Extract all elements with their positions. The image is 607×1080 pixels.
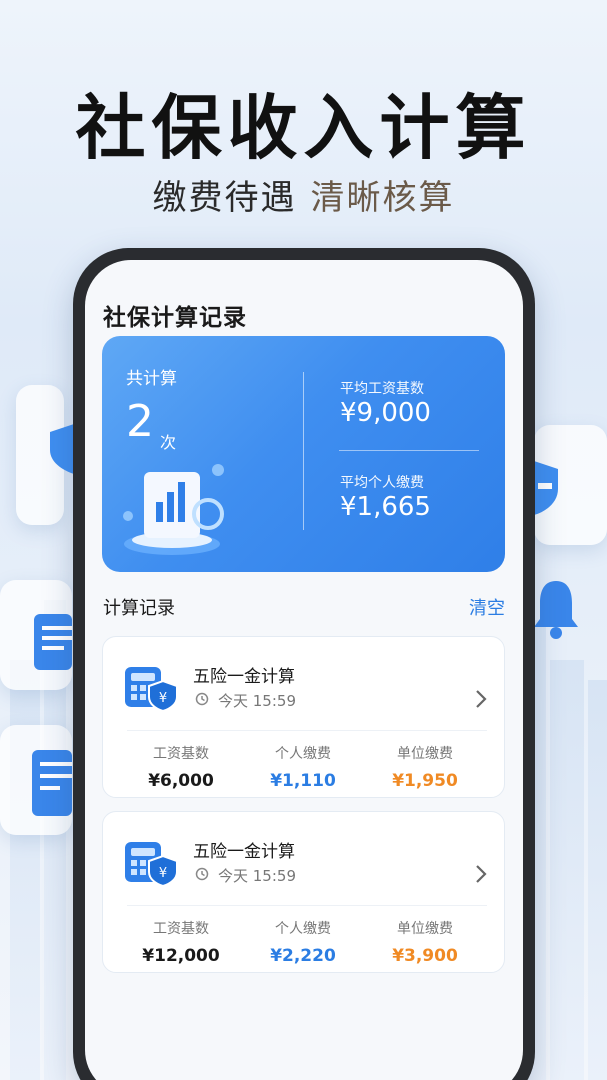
avg-personal-label: 平均个人缴费 <box>340 475 424 491</box>
personal-value: ¥1,110 <box>270 771 336 791</box>
record-card[interactable]: ¥ 五险一金计算 今天 15:59 工资基数 ¥12,000 个人缴费 ¥2,2… <box>102 811 505 973</box>
company-label: 单位缴费 <box>397 746 453 762</box>
hero-subtitle-part2: 清晰核算 <box>310 178 455 218</box>
page-title: 社保计算记录 <box>103 305 247 331</box>
svg-text:¥: ¥ <box>159 866 167 881</box>
clear-button[interactable]: 清空 <box>469 594 505 620</box>
record-personal: 个人缴费 ¥2,220 <box>243 918 363 966</box>
record-time: 今天 15:59 <box>218 867 296 885</box>
record-divider <box>127 905 487 906</box>
avg-base-label: 平均工资基数 <box>340 381 424 397</box>
record-company: 单位缴费 ¥3,900 <box>365 918 485 966</box>
chevron-right-icon[interactable] <box>474 689 488 709</box>
phone-screen: 社保计算记录 共计算 2 次 平均工资基数 ¥9,000 平均个人缴费 ¥1,6… <box>85 260 523 1080</box>
calculator-icon: ¥ <box>125 667 178 713</box>
base-label: 工资基数 <box>153 921 209 937</box>
records-title: 计算记录 <box>103 598 175 619</box>
personal-label: 个人缴费 <box>275 746 331 762</box>
avg-personal-value: ¥1,665 <box>340 492 431 522</box>
bell-icon <box>534 581 578 639</box>
clock-icon <box>195 692 209 706</box>
count-label: 共计算 <box>126 369 177 389</box>
record-name: 五险一金计算 <box>193 667 295 687</box>
record-time: 今天 15:59 <box>218 692 296 710</box>
base-value: ¥6,000 <box>148 771 214 791</box>
phone-frame: 社保计算记录 共计算 2 次 平均工资基数 ¥9,000 平均个人缴费 ¥1,6… <box>73 248 535 1080</box>
record-company: 单位缴费 ¥1,950 <box>365 743 485 791</box>
document-icon <box>32 750 72 816</box>
base-label: 工资基数 <box>153 746 209 762</box>
summary-card: 共计算 2 次 平均工资基数 ¥9,000 平均个人缴费 ¥1,665 <box>102 336 505 572</box>
record-base: 工资基数 ¥12,000 <box>121 918 241 966</box>
calculator-icon: ¥ <box>125 842 178 888</box>
record-personal: 个人缴费 ¥1,110 <box>243 743 363 791</box>
hero-subtitle-part1: 缴费待遇 <box>152 178 297 218</box>
avg-base-value: ¥9,000 <box>340 398 431 428</box>
count-value: 2 <box>126 396 154 447</box>
company-value: ¥1,950 <box>392 771 458 791</box>
shield-icon <box>50 424 74 474</box>
record-card[interactable]: ¥ 五险一金计算 今天 15:59 工资基数 ¥6,000 个人缴费 ¥1,11… <box>102 636 505 798</box>
chevron-right-icon[interactable] <box>474 864 488 884</box>
svg-text:¥: ¥ <box>159 691 167 706</box>
personal-value: ¥2,220 <box>270 946 336 966</box>
base-value: ¥12,000 <box>142 946 220 966</box>
personal-label: 个人缴费 <box>275 921 331 937</box>
shield-icon <box>534 461 558 515</box>
hero-title: 社保收入计算 <box>75 87 532 169</box>
chart-illustration <box>123 464 224 555</box>
company-label: 单位缴费 <box>397 921 453 937</box>
summary-inner-divider <box>339 450 479 451</box>
company-value: ¥3,900 <box>392 946 458 966</box>
summary-divider <box>303 372 304 530</box>
document-icon <box>34 614 72 670</box>
record-name: 五险一金计算 <box>193 842 295 862</box>
clock-icon <box>195 867 209 881</box>
count-unit: 次 <box>160 433 177 452</box>
record-base: 工资基数 ¥6,000 <box>121 743 241 791</box>
hero-subtitle: 缴费待遇 清晰核算 <box>0 170 607 219</box>
record-divider <box>127 730 487 731</box>
